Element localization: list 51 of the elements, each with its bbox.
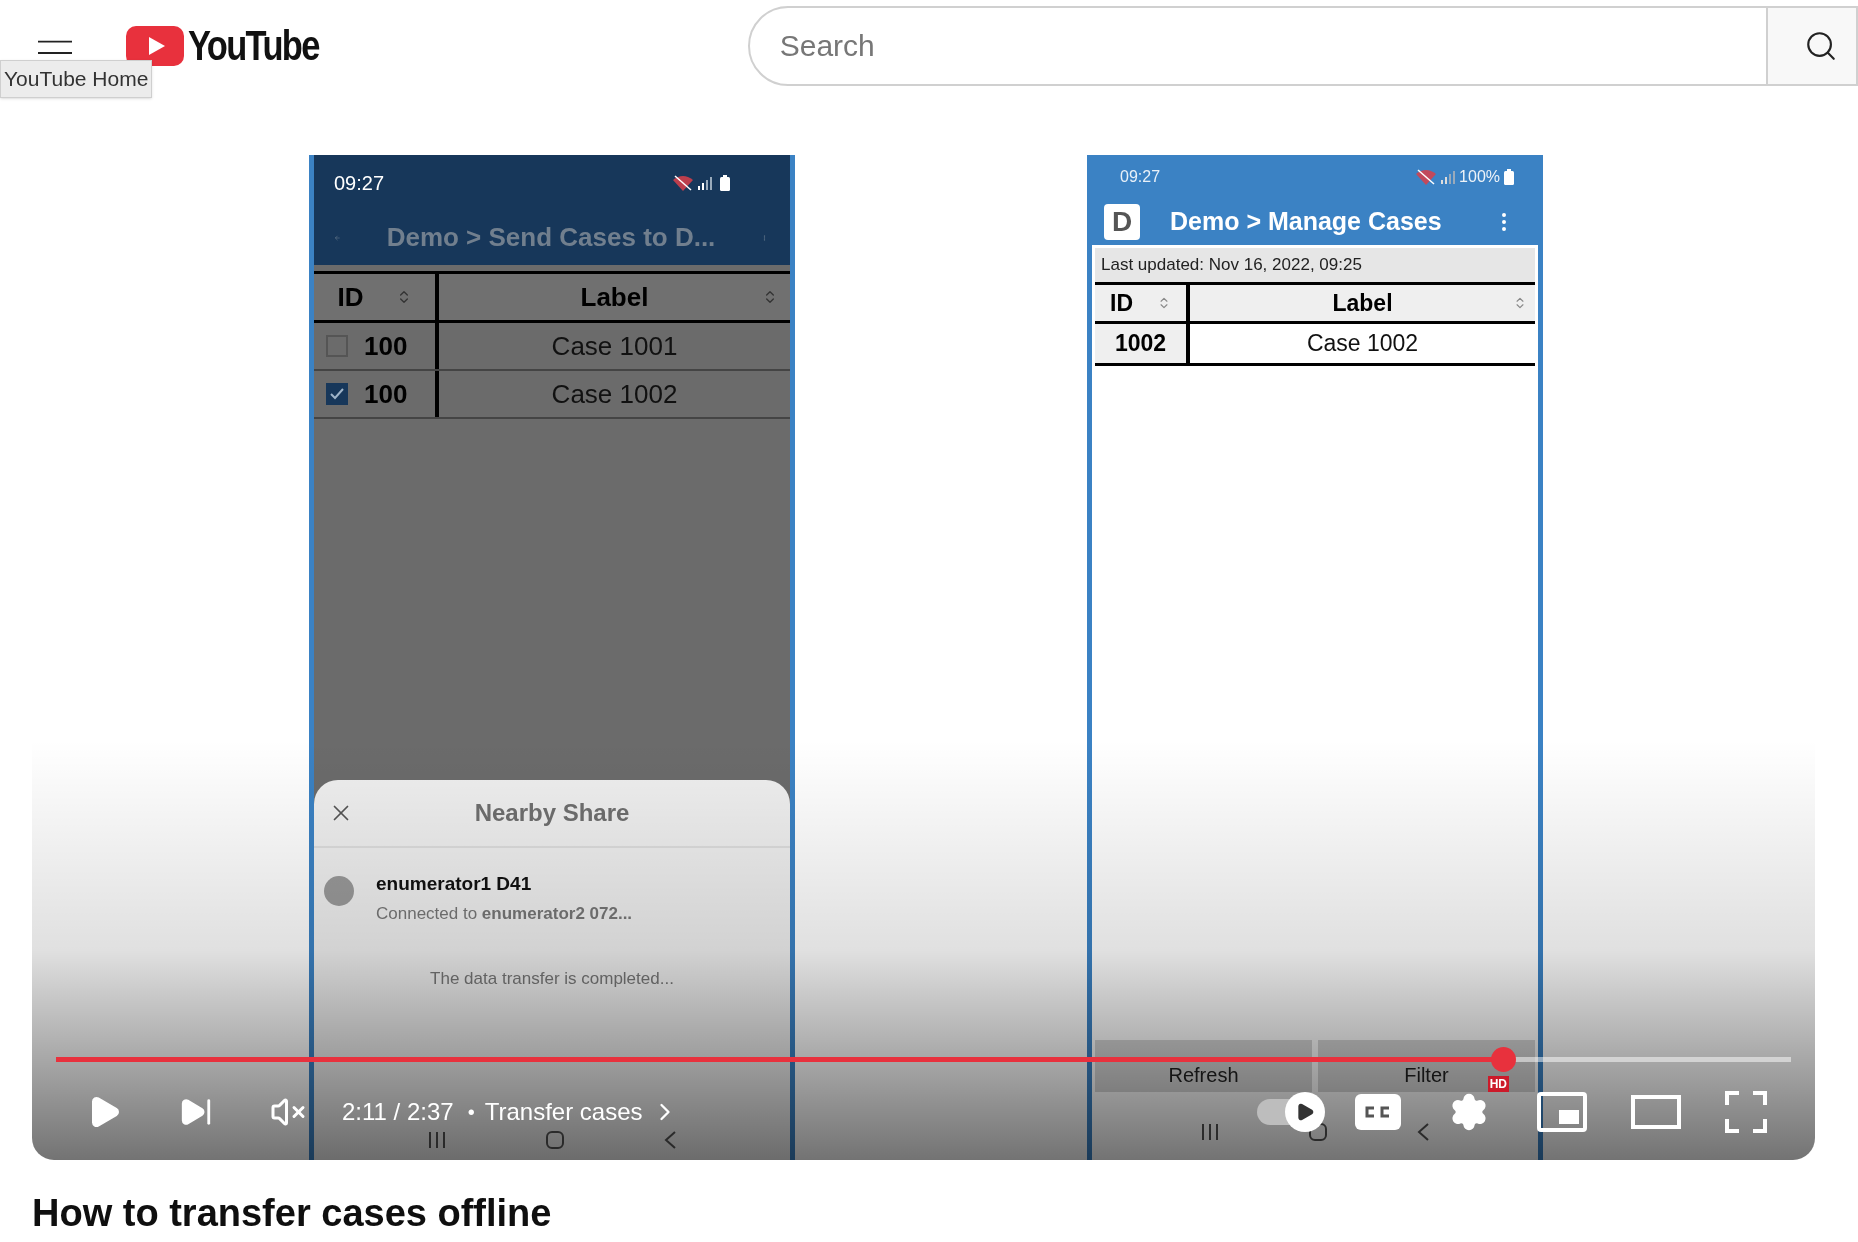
table-cell-text: 100: [364, 329, 408, 363]
sheet-title: Nearby Share: [474, 798, 630, 828]
play-icon: [1295, 1102, 1315, 1122]
back-icon[interactable]: [663, 1130, 677, 1150]
action-button[interactable]: Refresh: [1095, 1040, 1312, 1092]
device-avatar: [324, 876, 354, 906]
recents-icon[interactable]: [427, 1131, 447, 1149]
connection-status: Connected to enumerator2 072...: [376, 902, 633, 925]
progress-track[interactable]: [56, 1057, 1791, 1062]
column-header[interactable]: Label: [580, 277, 649, 317]
time-display: 2:11 / 2:37: [342, 1097, 454, 1127]
table-cell-text: Case 1002: [1306, 329, 1419, 359]
app-logo: D: [1104, 204, 1140, 240]
recents-icon[interactable]: [1200, 1123, 1220, 1141]
gear-icon: [1449, 1092, 1489, 1132]
table-cell-text: 1002: [1114, 329, 1167, 359]
wifi-off-icon: [1415, 168, 1438, 186]
signal-icon: [698, 175, 712, 190]
battery-icon: [1504, 169, 1514, 185]
miniplayer-icon[interactable]: [1537, 1092, 1587, 1132]
transfer-message: The data transfer is completed...: [429, 968, 675, 990]
captions-button[interactable]: [1355, 1094, 1401, 1130]
search-input[interactable]: Search: [779, 23, 1766, 68]
table-cell-text: 100: [364, 377, 408, 411]
app-bar-title: Demo > Manage Cases: [1170, 206, 1443, 238]
wifi-off-icon: [672, 173, 694, 192]
check-icon: [329, 386, 345, 402]
signal-icon: [1441, 170, 1456, 184]
column-header[interactable]: Label: [1332, 285, 1393, 321]
chapter-link[interactable]: Transfer cases: [484, 1094, 679, 1130]
search-field[interactable]: Search: [747, 5, 1768, 86]
last-updated: Last updated: Nov 16, 2022, 09:25: [1101, 254, 1362, 277]
app-bar-title: Demo > Send Cases to D...: [386, 221, 716, 254]
status-time: 09:27: [1120, 167, 1161, 187]
table-cell-text: Case 1002: [551, 377, 678, 411]
video-title: How to transfer cases offline: [32, 1191, 553, 1236]
column-header[interactable]: ID: [337, 277, 364, 317]
theater-mode-icon[interactable]: [1631, 1095, 1681, 1129]
separator-dot: •: [467, 1100, 475, 1125]
table-cell-text: Case 1001: [551, 329, 678, 363]
search-button[interactable]: [1768, 5, 1858, 86]
row-checkbox[interactable]: [326, 383, 348, 405]
quality-badge: HD: [1487, 1076, 1509, 1092]
column-header[interactable]: ID: [1110, 285, 1133, 321]
back-icon[interactable]: [1416, 1122, 1430, 1142]
status-time: 09:27: [334, 170, 385, 196]
battery-level: 100%: [1459, 167, 1500, 187]
fullscreen-icon[interactable]: [1725, 1091, 1767, 1133]
device-name: enumerator1 D41: [376, 872, 533, 896]
tooltip: YouTube Home: [0, 60, 153, 98]
battery-icon: [720, 174, 730, 191]
